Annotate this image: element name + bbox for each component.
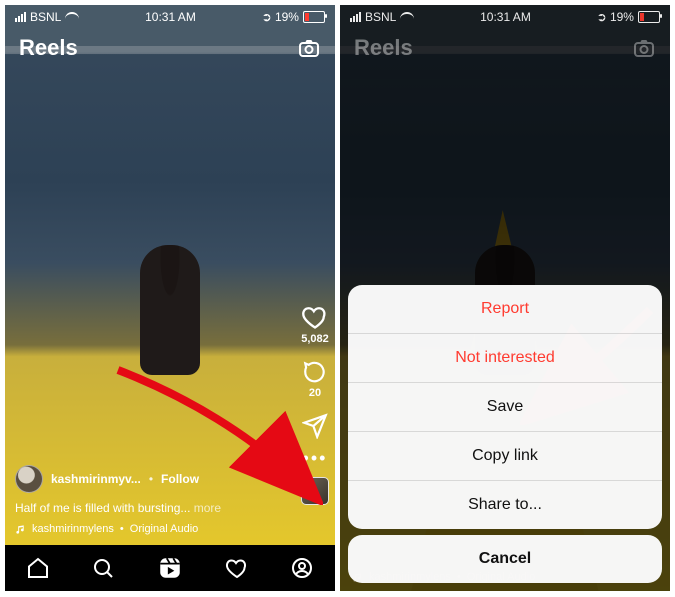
caption[interactable]: Half of me is filled with bursting... mo… — [15, 501, 279, 515]
reels-icon — [157, 555, 183, 581]
caption-text: Half of me is filled with bursting... — [15, 501, 190, 515]
like-count: 5,082 — [301, 333, 329, 345]
audio-attribution[interactable]: kashmirinmylens • Original Audio — [15, 523, 279, 535]
clock: 10:31 AM — [145, 10, 196, 24]
share-button[interactable] — [302, 413, 328, 439]
home-icon — [26, 556, 50, 580]
action-rail: 5,082 20 ••• — [301, 303, 329, 505]
separator-dot: • — [149, 472, 153, 486]
wifi-icon — [65, 12, 79, 22]
bottom-nav — [5, 545, 335, 591]
profile-icon — [290, 556, 314, 580]
caption-more: more — [194, 501, 221, 515]
more-dots-icon: ••• — [303, 453, 328, 463]
carrier-label: BSNL — [30, 10, 61, 24]
phone-reels-screen: BSNL 10:31 AM ➲ 19% Reels 5,082 20 — [5, 5, 335, 591]
reel-meta: kashmirinmyv... • Follow Half of me is f… — [15, 465, 279, 535]
follow-button[interactable]: Follow — [161, 472, 199, 486]
audio-user: kashmirinmylens — [32, 523, 114, 535]
heart-icon — [301, 303, 329, 331]
audio-track: Original Audio — [130, 523, 199, 535]
heart-outline-icon — [225, 556, 249, 580]
paper-plane-icon — [302, 413, 328, 439]
action-cancel[interactable]: Cancel — [348, 535, 662, 583]
reels-header: Reels — [5, 29, 335, 67]
action-copy-link[interactable]: Copy link — [348, 431, 662, 480]
comment-icon — [302, 359, 328, 385]
page-title: Reels — [19, 35, 78, 61]
action-save[interactable]: Save — [348, 382, 662, 431]
battery-percent: ➲ 19% — [262, 10, 299, 24]
action-share-to[interactable]: Share to... — [348, 480, 662, 529]
action-sheet-cancel: Cancel — [348, 535, 662, 583]
nav-profile[interactable] — [290, 556, 314, 580]
like-button[interactable]: 5,082 — [301, 303, 329, 345]
battery-icon — [303, 11, 325, 23]
nav-search[interactable] — [91, 556, 115, 580]
author-avatar[interactable] — [15, 465, 43, 493]
camera-icon[interactable] — [297, 36, 321, 60]
audio-thumbnail[interactable] — [301, 477, 329, 505]
phone-action-sheet: BSNL 10:31 AM ➲ 19% Reels kashmirinmylen… — [340, 5, 670, 591]
nav-reels[interactable] — [157, 555, 183, 581]
nav-activity[interactable] — [225, 556, 249, 580]
author-username[interactable]: kashmirinmyv... — [51, 472, 141, 486]
comment-count: 20 — [309, 387, 321, 399]
signal-icon — [15, 12, 26, 22]
music-note-icon — [15, 524, 26, 535]
more-options-button[interactable]: ••• — [303, 453, 328, 463]
action-sheet: Report Not interested Save Copy link Sha… — [348, 285, 662, 529]
nav-home[interactable] — [26, 556, 50, 580]
status-bar: BSNL 10:31 AM ➲ 19% — [5, 5, 335, 29]
action-not-interested[interactable]: Not interested — [348, 333, 662, 382]
comment-button[interactable]: 20 — [302, 359, 328, 399]
action-report[interactable]: Report — [348, 285, 662, 333]
search-icon — [91, 556, 115, 580]
